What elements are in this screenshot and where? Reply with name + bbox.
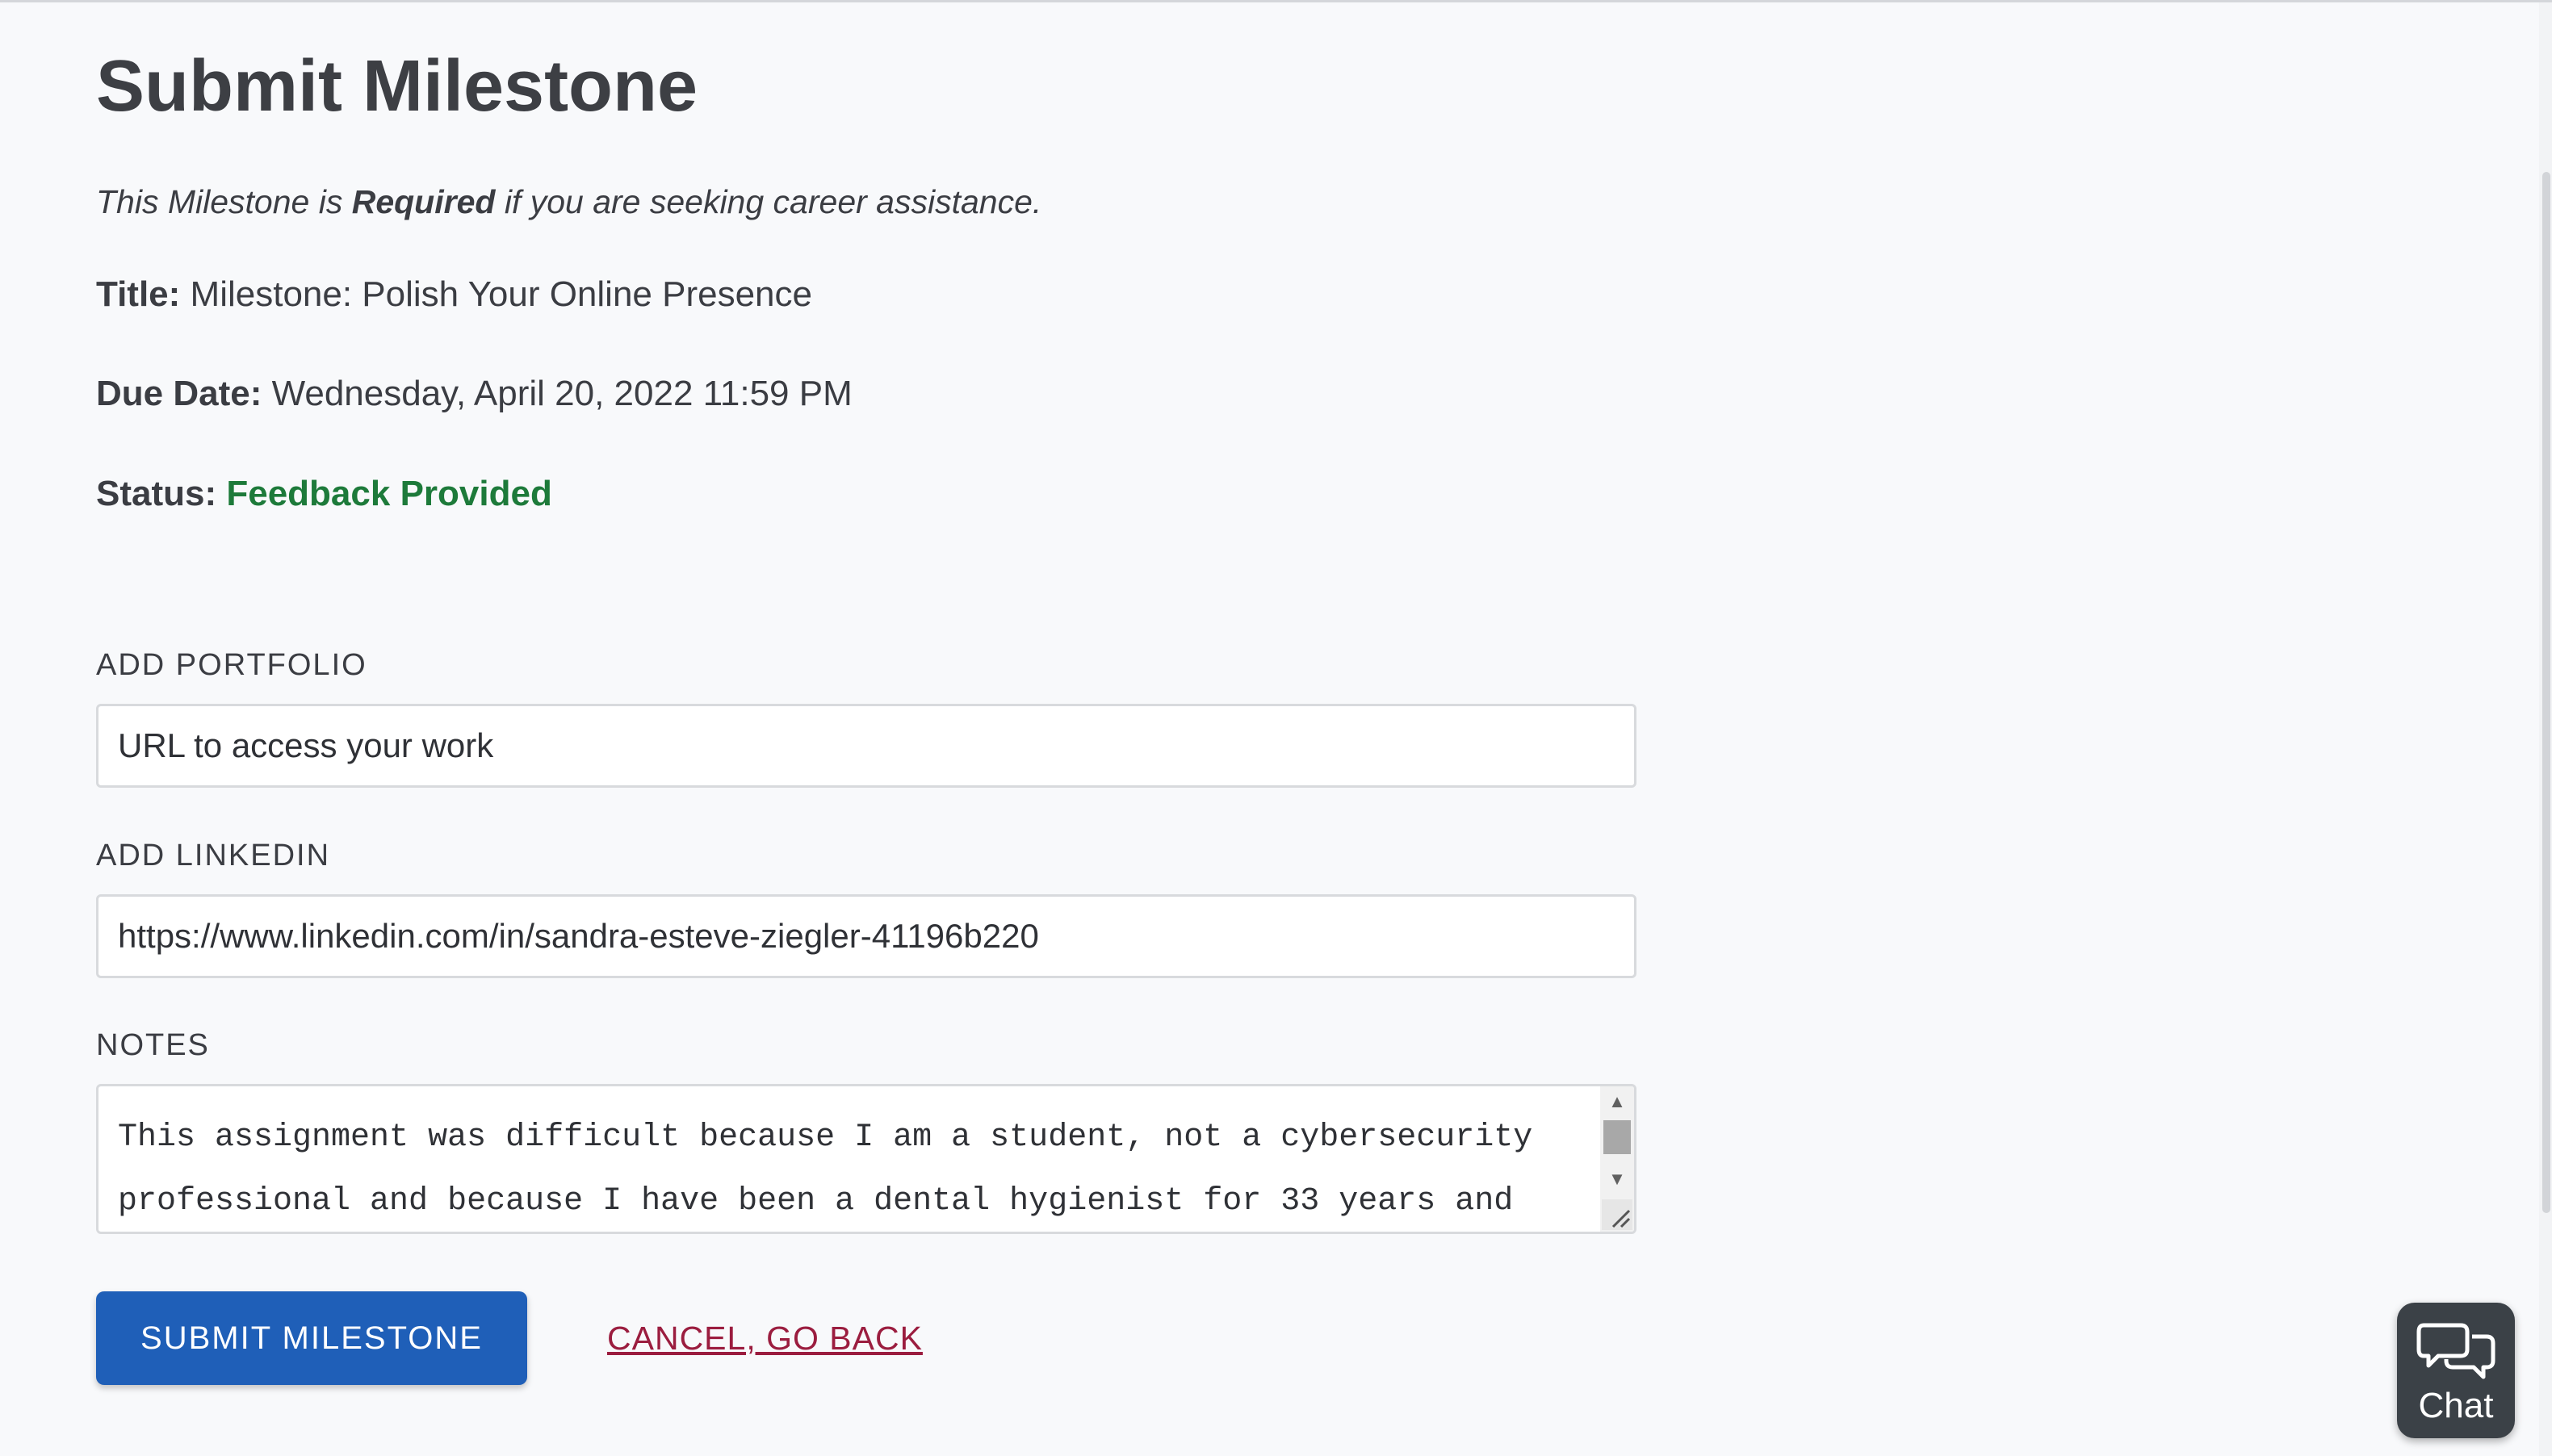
cancel-go-back-link[interactable]: CANCEL, GO BACK	[607, 1316, 923, 1361]
requirement-prefix: This Milestone is	[96, 183, 352, 220]
requirement-suffix: if you are seeking career assistance.	[495, 183, 1042, 220]
title-value: Milestone: Polish Your Online Presence	[190, 274, 812, 314]
chat-bubbles-icon	[2416, 1317, 2496, 1386]
requirement-emphasis: Required	[351, 183, 496, 220]
status-row: Status: Feedback Provided	[96, 470, 552, 518]
status-label: Status:	[96, 474, 217, 513]
portfolio-label: ADD PORTFOLIO	[96, 648, 367, 682]
chat-label: Chat	[2418, 1386, 2494, 1425]
title-label: Title:	[96, 274, 181, 314]
page-scrollbar[interactable]	[2539, 2, 2552, 1456]
status-badge: Feedback Provided	[226, 474, 552, 513]
top-border	[0, 0, 2552, 2]
linkedin-label: ADD LINKEDIN	[96, 839, 331, 872]
linkedin-url-input[interactable]	[96, 894, 1636, 978]
milestone-title-row: Title: Milestone: Polish Your Online Pre…	[96, 270, 812, 319]
page-title: Submit Milestone	[96, 46, 698, 127]
notes-scrollbar-thumb[interactable]	[1603, 1120, 1631, 1154]
notes-textarea[interactable]: This assignment was difficult because I …	[96, 1084, 1636, 1234]
resize-handle-icon[interactable]	[1602, 1199, 1632, 1230]
due-date-row: Due Date: Wednesday, April 20, 2022 11:5…	[96, 370, 853, 418]
due-date-value: Wednesday, April 20, 2022 11:59 PM	[271, 374, 853, 413]
page-scrollbar-thumb[interactable]	[2542, 172, 2550, 1213]
chat-button[interactable]: Chat	[2397, 1303, 2515, 1438]
scroll-up-arrow-icon[interactable]: ▲	[1600, 1090, 1634, 1114]
submit-milestone-button[interactable]: SUBMIT MILESTONE	[96, 1291, 527, 1385]
portfolio-url-input[interactable]	[96, 704, 1636, 788]
requirement-note: This Milestone is Required if you are se…	[96, 179, 1041, 224]
scroll-down-arrow-icon[interactable]: ▼	[1600, 1167, 1634, 1191]
due-date-label: Due Date:	[96, 374, 262, 413]
notes-text[interactable]: This assignment was difficult because I …	[118, 1106, 1571, 1232]
notes-label: NOTES	[96, 1028, 210, 1062]
